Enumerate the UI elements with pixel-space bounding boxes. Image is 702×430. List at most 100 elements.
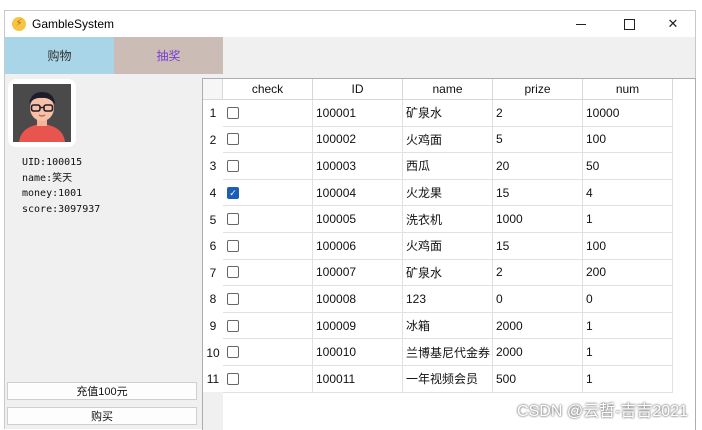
name-cell[interactable]: 洗衣机 bbox=[403, 206, 493, 233]
column-header-prize[interactable]: prize bbox=[493, 79, 583, 100]
window-title: GambleSystem bbox=[32, 17, 115, 31]
user-uid: UID:100015 bbox=[22, 157, 83, 168]
num-cell[interactable]: 4 bbox=[583, 179, 673, 207]
close-icon: ✕ bbox=[667, 16, 679, 31]
prize-cell[interactable]: 20 bbox=[493, 153, 583, 180]
row-checkbox[interactable] bbox=[227, 346, 239, 359]
id-cell[interactable]: 100004 bbox=[313, 179, 403, 207]
row-number[interactable]: 11 bbox=[203, 366, 223, 393]
name-cell[interactable]: 火龙果 bbox=[403, 179, 493, 207]
close-button[interactable]: ✕ bbox=[650, 11, 696, 37]
name-cell[interactable]: 一年视频会员 bbox=[403, 366, 493, 393]
name-cell[interactable]: 火鸡面 bbox=[403, 126, 493, 154]
product-table[interactable]: check ID name prize num 1 100001 矿泉水 2 10000… bbox=[202, 78, 696, 430]
num-cell[interactable]: 200 bbox=[583, 259, 673, 287]
row-number[interactable]: 4 bbox=[203, 179, 223, 207]
row-number[interactable]: 1 bbox=[203, 100, 223, 127]
num-cell[interactable]: 0 bbox=[583, 286, 673, 313]
buy-button[interactable]: 购买 bbox=[7, 407, 197, 425]
name-cell[interactable]: 火鸡面 bbox=[403, 233, 493, 260]
id-cell[interactable]: 100001 bbox=[313, 100, 403, 127]
id-cell[interactable]: 100011 bbox=[313, 366, 403, 393]
recharge-button[interactable]: 充值100元 bbox=[7, 382, 197, 400]
row-checkbox[interactable] bbox=[227, 266, 239, 279]
app-window: ⚡ GambleSystem ✕ 购物 抽奖 UID:100015 name:笑… bbox=[4, 10, 696, 430]
num-cell[interactable]: 10000 bbox=[583, 100, 673, 127]
row-checkbox[interactable] bbox=[227, 106, 239, 119]
column-header-check[interactable]: check bbox=[223, 79, 313, 100]
row-number[interactable]: 9 bbox=[203, 312, 223, 340]
tab-lottery[interactable]: 抽奖 bbox=[114, 37, 223, 74]
column-header-num[interactable]: num bbox=[583, 79, 673, 100]
name-cell[interactable]: 西瓜 bbox=[403, 153, 493, 180]
tab-lottery-label: 抽奖 bbox=[156, 49, 181, 63]
maximize-button[interactable] bbox=[606, 11, 652, 37]
check-cell bbox=[223, 312, 313, 340]
row-number[interactable]: 10 bbox=[203, 339, 223, 366]
check-cell bbox=[223, 153, 313, 180]
check-cell bbox=[223, 366, 313, 393]
row-number[interactable]: 5 bbox=[203, 206, 223, 233]
row-checkbox[interactable]: ✓ bbox=[227, 186, 239, 199]
check-cell bbox=[223, 100, 313, 127]
row-number[interactable]: 2 bbox=[203, 126, 223, 154]
row-checkbox[interactable] bbox=[227, 292, 239, 305]
minimize-icon bbox=[576, 23, 586, 25]
id-cell[interactable]: 100005 bbox=[313, 206, 403, 233]
name-cell[interactable]: 冰箱 bbox=[403, 312, 493, 340]
name-cell[interactable]: 兰博基尼代金券 bbox=[403, 339, 493, 366]
id-cell[interactable]: 100008 bbox=[313, 286, 403, 313]
row-checkbox[interactable] bbox=[227, 372, 239, 385]
prize-cell[interactable]: 500 bbox=[493, 366, 583, 393]
minimize-button[interactable] bbox=[558, 11, 604, 37]
row-checkbox[interactable] bbox=[227, 213, 239, 226]
id-cell[interactable]: 100009 bbox=[313, 312, 403, 340]
num-cell[interactable]: 100 bbox=[583, 233, 673, 260]
row-checkbox[interactable] bbox=[227, 319, 239, 332]
id-cell[interactable]: 100002 bbox=[313, 126, 403, 154]
row-number[interactable]: 6 bbox=[203, 233, 223, 260]
title-bar: ⚡ GambleSystem ✕ bbox=[5, 11, 695, 37]
row-header-empty bbox=[203, 392, 223, 430]
row-checkbox[interactable] bbox=[227, 159, 239, 172]
row-number[interactable]: 7 bbox=[203, 259, 223, 287]
row-checkbox[interactable] bbox=[227, 133, 239, 146]
num-cell[interactable]: 100 bbox=[583, 126, 673, 154]
check-cell bbox=[223, 259, 313, 287]
name-cell[interactable]: 矿泉水 bbox=[403, 100, 493, 127]
check-cell: ✓ bbox=[223, 179, 313, 207]
num-cell[interactable]: 50 bbox=[583, 153, 673, 180]
num-cell[interactable]: 1 bbox=[583, 366, 673, 393]
prize-cell[interactable]: 2 bbox=[493, 259, 583, 287]
prize-cell[interactable]: 0 bbox=[493, 286, 583, 313]
prize-cell[interactable]: 2 bbox=[493, 100, 583, 127]
id-cell[interactable]: 100010 bbox=[313, 339, 403, 366]
num-cell[interactable]: 1 bbox=[583, 206, 673, 233]
tab-shop-label: 购物 bbox=[47, 49, 72, 63]
column-header-id[interactable]: ID bbox=[313, 79, 403, 100]
id-cell[interactable]: 100007 bbox=[313, 259, 403, 287]
prize-cell[interactable]: 5 bbox=[493, 126, 583, 154]
prize-cell[interactable]: 15 bbox=[493, 179, 583, 207]
prize-cell[interactable]: 1000 bbox=[493, 206, 583, 233]
num-cell[interactable]: 1 bbox=[583, 339, 673, 366]
row-number[interactable]: 3 bbox=[203, 153, 223, 180]
num-cell[interactable]: 1 bbox=[583, 312, 673, 340]
user-info: UID:100015 name:笑天 money:1001 score:3097… bbox=[22, 155, 100, 217]
prize-cell[interactable]: 15 bbox=[493, 233, 583, 260]
maximize-icon bbox=[623, 18, 635, 30]
row-number[interactable]: 8 bbox=[203, 286, 223, 313]
check-cell bbox=[223, 206, 313, 233]
user-score: score:3097937 bbox=[22, 203, 101, 215]
row-checkbox[interactable] bbox=[227, 239, 239, 252]
avatar-icon bbox=[13, 84, 71, 142]
id-cell[interactable]: 100003 bbox=[313, 153, 403, 180]
id-cell[interactable]: 100006 bbox=[313, 233, 403, 260]
name-cell[interactable]: 123 bbox=[403, 286, 493, 313]
name-cell[interactable]: 矿泉水 bbox=[403, 259, 493, 287]
prize-cell[interactable]: 2000 bbox=[493, 312, 583, 340]
column-header-name[interactable]: name bbox=[403, 79, 493, 100]
prize-cell[interactable]: 2000 bbox=[493, 339, 583, 366]
tab-shop[interactable]: 购物 bbox=[5, 37, 114, 74]
avatar bbox=[8, 79, 76, 147]
